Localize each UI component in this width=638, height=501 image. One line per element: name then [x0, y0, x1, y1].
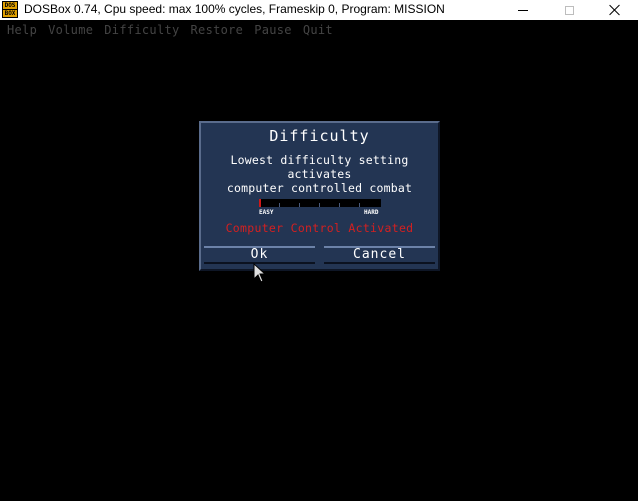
close-icon	[609, 4, 621, 16]
slider-min-label: EASY	[259, 209, 274, 216]
slider-thumb[interactable]	[259, 199, 261, 207]
game-menu-bar: Help Volume Difficulty Restore Pause Qui…	[0, 21, 337, 39]
mouse-pointer-icon	[253, 263, 267, 283]
close-button[interactable]	[592, 0, 638, 20]
slider-tick	[319, 203, 320, 207]
window-title: DOSBox 0.74, Cpu speed: max 100% cycles,…	[24, 2, 445, 16]
dosbox-app-icon[interactable]: DOS BOX	[2, 1, 18, 18]
ok-button[interactable]: Ok	[204, 246, 315, 264]
slider-tick	[279, 203, 280, 207]
window-title-bar[interactable]: DOS BOX DOSBox 0.74, Cpu speed: max 100%…	[0, 0, 638, 20]
app-icon-text-bottom: BOX	[3, 10, 17, 17]
minimize-button[interactable]	[500, 0, 546, 20]
dialog-title: Difficulty	[269, 127, 370, 145]
slider-max-label: HARD	[364, 209, 379, 216]
cancel-button[interactable]: Cancel	[324, 246, 435, 264]
dialog-message-line-1: Lowest difficulty setting activates	[230, 153, 409, 181]
menu-restore[interactable]: Restore	[184, 21, 248, 39]
maximize-icon	[564, 5, 574, 15]
menu-difficulty[interactable]: Difficulty	[97, 21, 183, 39]
slider-tick	[299, 203, 300, 207]
difficulty-dialog: Difficulty Lowest difficulty setting act…	[199, 121, 440, 271]
menu-quit[interactable]: Quit	[296, 21, 337, 39]
maximize-button[interactable]	[546, 0, 592, 20]
dialog-status-text: Computer Control Activated	[225, 221, 414, 235]
menu-pause[interactable]: Pause	[247, 21, 296, 39]
dialog-message-line-2: computer controlled combat	[226, 181, 413, 195]
dialog-message: Lowest difficulty setting activates comp…	[201, 153, 438, 195]
menu-volume[interactable]: Volume	[41, 21, 97, 39]
slider-tick	[339, 203, 340, 207]
app-icon-text-top: DOS	[3, 2, 17, 9]
difficulty-slider[interactable]	[259, 199, 381, 207]
menu-help[interactable]: Help	[0, 21, 41, 39]
minimize-icon	[518, 9, 528, 11]
slider-tick	[359, 203, 360, 207]
